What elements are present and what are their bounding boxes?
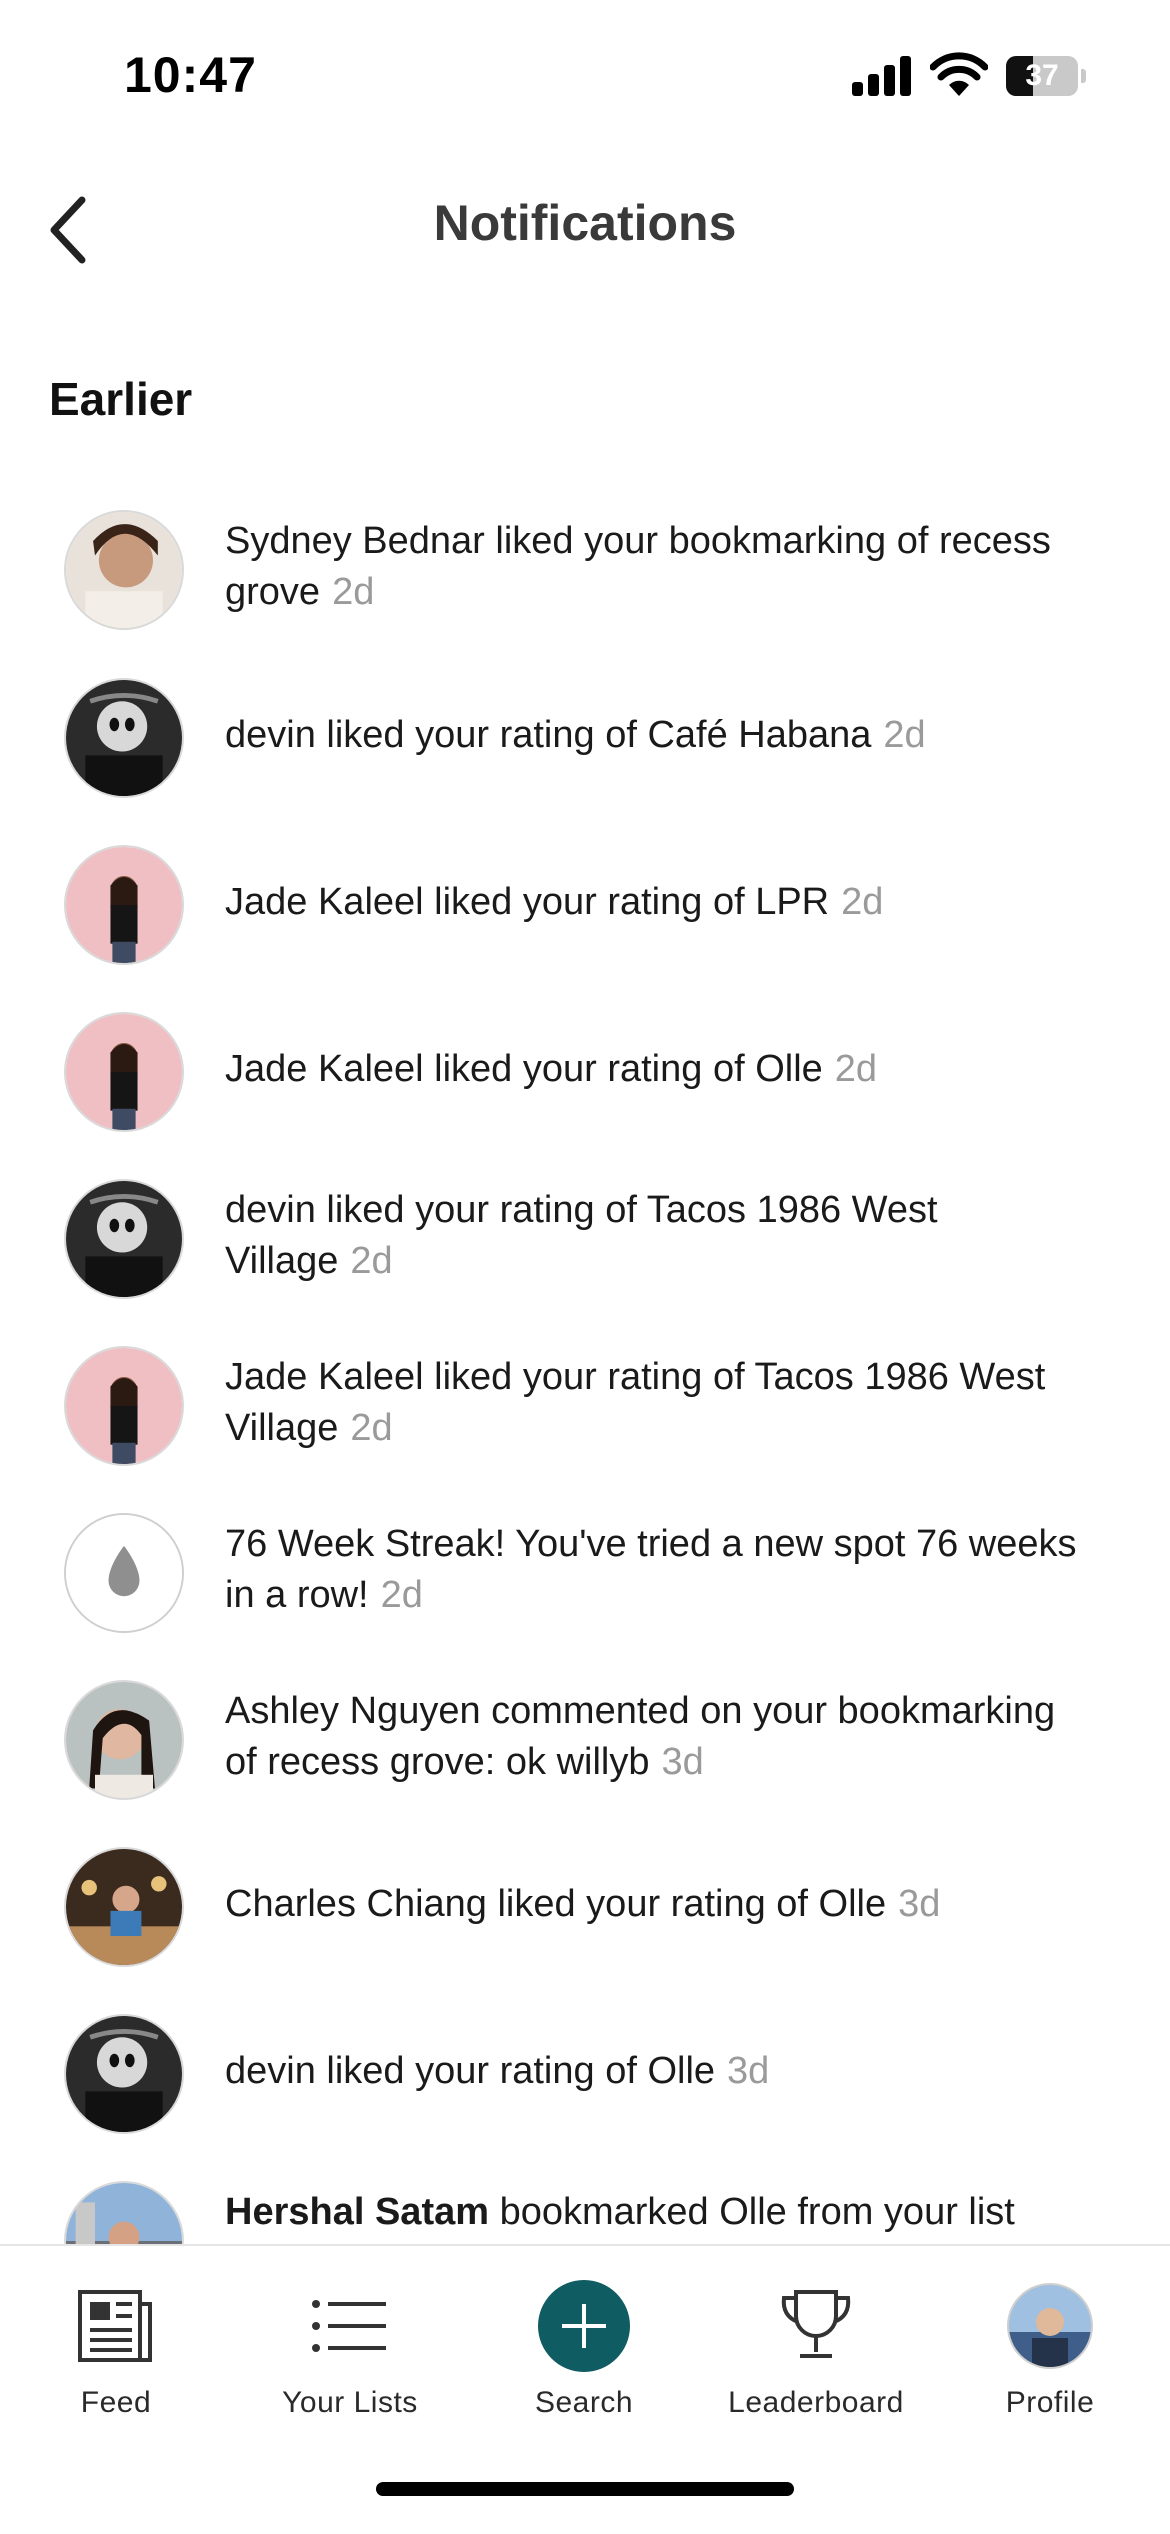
notification-user-name[interactable]: Hershal Satam <box>225 2191 489 2233</box>
user-avatar[interactable] <box>64 1847 184 1967</box>
page-title: Notifications <box>433 195 737 251</box>
tab-label: Your Lists <box>282 2386 418 2419</box>
tab-leaderboard[interactable]: Leaderboard <box>716 2276 916 2420</box>
user-avatar[interactable] <box>64 1179 184 1299</box>
notification-item[interactable]: Jade Kaleel liked your rating of LPR 2d <box>0 825 1170 985</box>
notification-age: 2d <box>350 1240 393 1282</box>
notification-text: devin liked your rating of Olle <box>225 2050 716 2092</box>
notification-age: 2d <box>332 571 375 613</box>
cellular-signal-icon <box>852 56 916 96</box>
tab-label: Leaderboard <box>728 2386 904 2419</box>
notification-age: 2d <box>380 1574 423 1616</box>
notification-text: devin liked your rating of Tacos 1986 We… <box>225 1189 938 1282</box>
notification-text-block: 76 Week Streak! You've tried a new spot … <box>225 1519 1085 1621</box>
notification-age: 2d <box>350 1407 393 1449</box>
plus-icon <box>538 2280 630 2372</box>
user-avatar[interactable] <box>64 1346 184 1466</box>
notification-age: 3d <box>898 1883 941 1925</box>
notification-text: Jade Kaleel liked your rating of Tacos 1… <box>225 1356 1046 1449</box>
list-icon <box>312 2300 386 2352</box>
notification-item[interactable]: Jade Kaleel liked your rating of Olle 2d <box>0 992 1170 1152</box>
trophy-icon <box>781 2290 851 2358</box>
notification-item[interactable]: Jade Kaleel liked your rating of Tacos 1… <box>0 1326 1170 1486</box>
streak-avatar <box>64 1513 184 1633</box>
tab-label: Feed <box>80 2386 152 2419</box>
tab-feed[interactable]: Feed <box>16 2276 216 2420</box>
notification-text-block: Jade Kaleel liked your rating of Olle 2d <box>225 1044 1085 1095</box>
user-avatar[interactable] <box>64 1680 184 1800</box>
tab-profile[interactable]: Profile <box>950 2276 1150 2420</box>
header: Notifications <box>0 160 1170 290</box>
notification-text: bookmarked Olle from your list <box>489 2191 1015 2233</box>
notification-text: Ashley Nguyen commented on your bookmark… <box>225 1690 1056 1783</box>
notification-text-block: devin liked your rating of Olle 3d <box>225 2046 1085 2097</box>
wifi-icon <box>930 52 988 96</box>
notification-item[interactable]: Charles Chiang liked your rating of Olle… <box>0 1827 1170 1987</box>
notification-item[interactable]: devin liked your rating of Olle 3d <box>0 1994 1170 2154</box>
notification-text: devin liked your rating of Café Habana <box>225 714 872 756</box>
notification-item[interactable]: devin liked your rating of Café Habana 2d <box>0 658 1170 818</box>
notification-text-block: devin liked your rating of Tacos 1986 We… <box>225 1185 1085 1287</box>
notification-age: 3d <box>727 2050 770 2092</box>
battery-percent: 37 <box>1025 59 1059 92</box>
notification-text-block: devin liked your rating of Café Habana 2d <box>225 710 1085 761</box>
notification-text-block: Jade Kaleel liked your rating of LPR 2d <box>225 877 1085 928</box>
flame-icon <box>66 1515 182 1631</box>
notification-item[interactable]: Sydney Bednar liked your bookmarking of … <box>0 490 1170 650</box>
tab-label: Search <box>534 2386 634 2419</box>
notification-age: 2d <box>883 714 926 756</box>
tab-your-lists[interactable]: Your Lists <box>250 2276 450 2420</box>
feed-icon <box>78 2290 152 2362</box>
profile-avatar <box>1007 2283 1093 2369</box>
tab-label: Profile <box>1005 2386 1095 2419</box>
notification-text-block: Ashley Nguyen commented on your bookmark… <box>225 1686 1085 1788</box>
notification-age: 2d <box>841 881 884 923</box>
section-title-earlier: Earlier <box>49 373 193 425</box>
battery-icon: 37 <box>1006 56 1086 96</box>
notification-text: Charles Chiang liked your rating of Olle <box>225 1883 887 1925</box>
notification-text-block: Charles Chiang liked your rating of Olle… <box>225 1879 1085 1930</box>
user-avatar[interactable] <box>64 510 184 630</box>
notification-text-block: Sydney Bednar liked your bookmarking of … <box>225 516 1085 618</box>
status-bar: 10:47 37 <box>0 0 1170 150</box>
user-avatar[interactable] <box>64 1012 184 1132</box>
notification-item[interactable]: Ashley Nguyen commented on your bookmark… <box>0 1660 1170 1820</box>
tab-search[interactable]: Search <box>484 2276 684 2420</box>
notification-item[interactable]: 76 Week Streak! You've tried a new spot … <box>0 1493 1170 1653</box>
notification-text: Jade Kaleel liked your rating of LPR <box>225 881 830 923</box>
notification-text-block: Jade Kaleel liked your rating of Tacos 1… <box>225 1352 1085 1454</box>
notification-age: 3d <box>661 1741 704 1783</box>
notification-text: 76 Week Streak! You've tried a new spot … <box>225 1523 1077 1616</box>
user-avatar[interactable] <box>64 678 184 798</box>
user-avatar[interactable] <box>64 845 184 965</box>
notification-text: Jade Kaleel liked your rating of Olle <box>225 1048 823 1090</box>
status-time: 10:47 <box>124 47 257 103</box>
notification-item[interactable]: devin liked your rating of Tacos 1986 We… <box>0 1159 1170 1319</box>
notification-age: 2d <box>834 1048 878 1090</box>
home-indicator[interactable] <box>376 2482 794 2496</box>
user-avatar[interactable] <box>64 2014 184 2134</box>
